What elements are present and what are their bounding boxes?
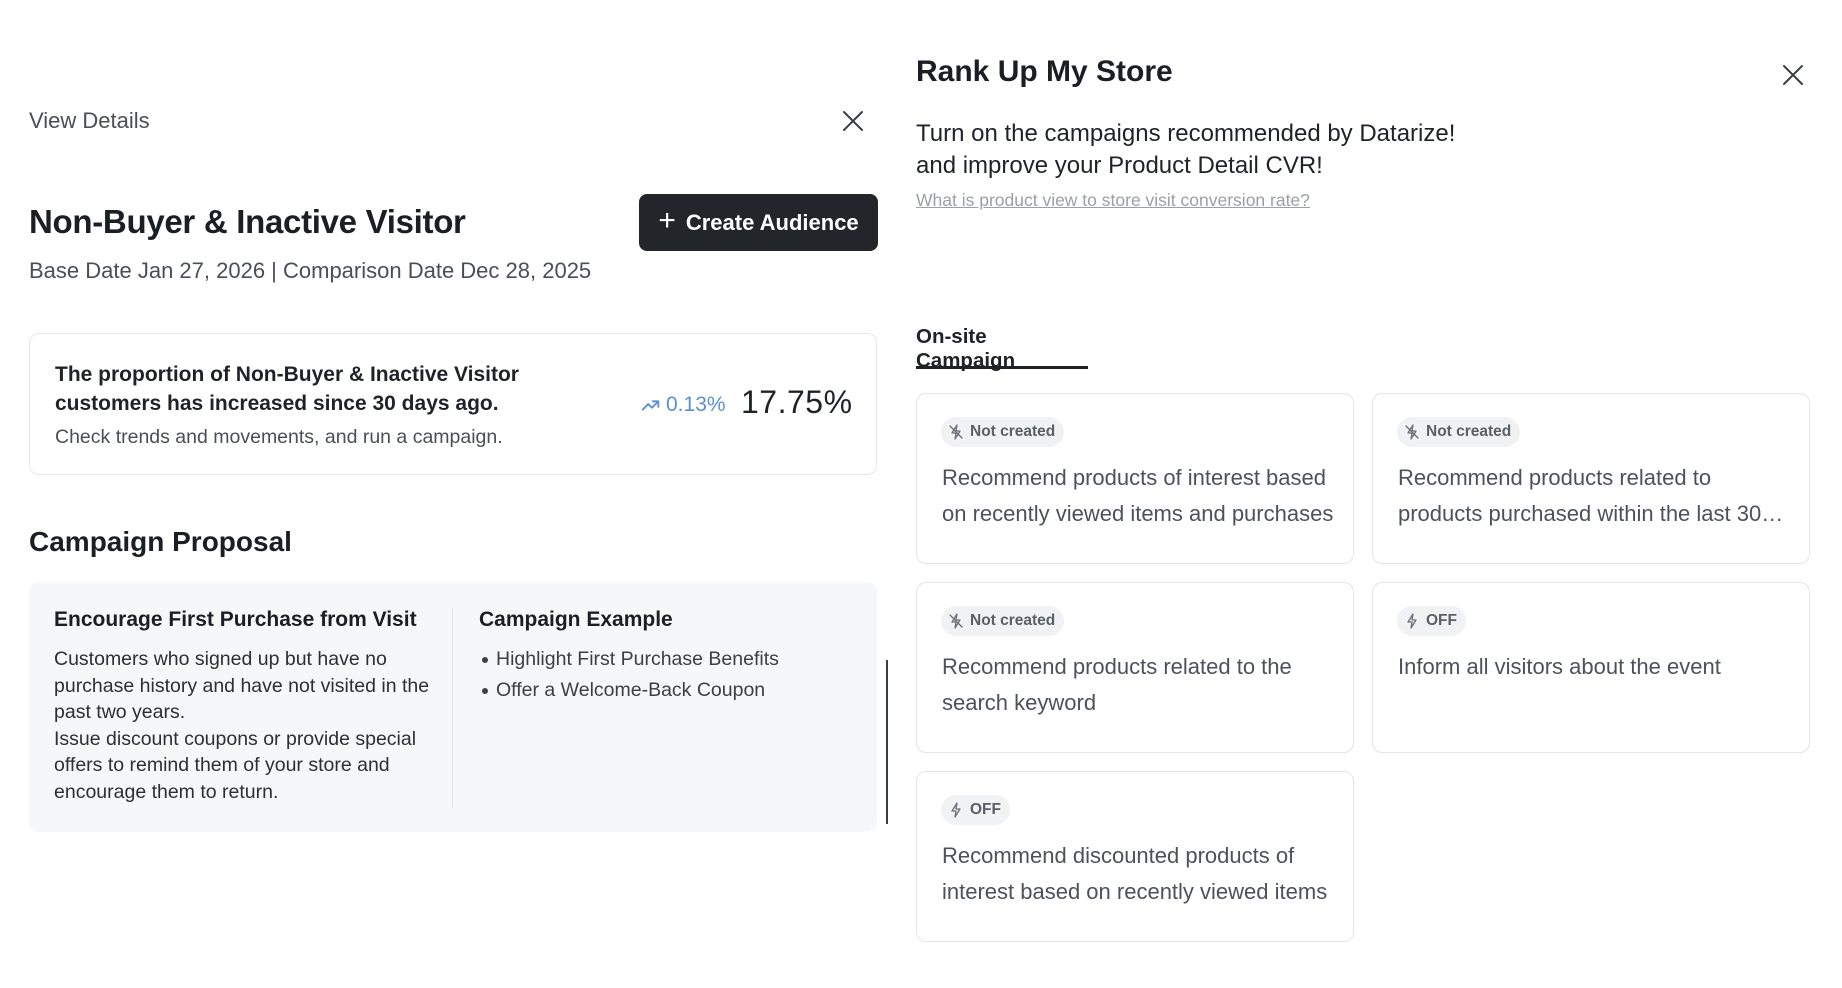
campaign-description: Recommend discounted products of interes… (942, 843, 1328, 904)
status-text: Not created (1426, 423, 1512, 440)
campaign-example-heading: Campaign Example (479, 608, 673, 631)
segment-title: Non-Buyer & Inactive Visitor (29, 203, 466, 240)
scrollbar[interactable] (886, 660, 888, 824)
proposal-heading: Encourage First Purchase from Visit (54, 608, 417, 631)
campaign-proposal-card: Encourage First Purchase from Visit Cust… (29, 582, 877, 832)
close-icon[interactable] (838, 106, 868, 136)
create-audience-label: Create Audience (685, 209, 859, 235)
campaign-card[interactable]: Not created Recommend products related t… (1372, 393, 1810, 564)
close-icon[interactable] (1778, 60, 1808, 90)
status-text: Not created (970, 612, 1056, 629)
lightning-icon (1407, 613, 1417, 629)
status-badge: OFF (1397, 606, 1466, 636)
proposal-summary: Encourage First Purchase from Visit Cust… (54, 608, 444, 805)
status-badge: Not created (941, 417, 1065, 447)
status-badge: Not created (941, 606, 1065, 636)
campaign-proposal-title: Campaign Proposal (29, 526, 292, 557)
description-line: Turn on the campaigns recommended by Dat… (916, 120, 1456, 147)
stat-headline: The proportion of Non-Buyer & Inactive V… (55, 363, 519, 415)
status-badge: Not created (1397, 417, 1521, 447)
campaign-card[interactable]: Not created Recommend products of intere… (916, 393, 1354, 564)
campaign-card[interactable]: OFF Inform all visitors about the event (1372, 582, 1810, 753)
status-badge: OFF (941, 795, 1010, 825)
proposal-description: Customers who signed up but have no purc… (54, 648, 430, 803)
view-details-panel: View Details Non-Buyer & Inactive Visito… (0, 0, 890, 988)
stat-value: 17.75% (741, 384, 853, 420)
status-text: OFF (1426, 612, 1457, 629)
not-created-icon (949, 424, 963, 440)
campaign-description: Inform all visitors about the event (1398, 654, 1721, 679)
campaign-example: Campaign Example Highlight First Purchas… (479, 608, 859, 706)
campaign-example-list: Highlight First Purchase Benefits Offer … (479, 644, 859, 706)
list-item: Highlight First Purchase Benefits (479, 644, 859, 675)
trending-up-icon (641, 400, 660, 411)
panel-description: Turn on the campaigns recommended by Dat… (916, 118, 1616, 182)
plus-icon: + (658, 204, 676, 237)
campaign-description: Recommend products of interest based on … (942, 465, 1334, 526)
panel-title: Rank Up My Store (916, 55, 1173, 88)
campaign-description: Recommend products related to the search… (942, 654, 1292, 715)
tab-on-site-campaign[interactable]: On-site Campaign (916, 325, 1088, 372)
campaign-card[interactable]: OFF Recommend discounted products of int… (916, 771, 1354, 942)
stat-card: The proportion of Non-Buyer & Inactive V… (29, 333, 877, 475)
stat-change: 0.13% (640, 393, 726, 417)
lightning-icon (951, 802, 961, 818)
stat-subtext: Check trends and movements, and run a ca… (55, 426, 503, 448)
description-line: and improve your Product Detail CVR! (916, 152, 1323, 179)
not-created-icon (949, 613, 963, 629)
panel-header-label: View Details (29, 108, 150, 133)
status-text: Not created (970, 423, 1056, 440)
divider (452, 608, 453, 808)
stat-change-value: 0.13% (666, 393, 726, 416)
create-audience-button[interactable]: + Create Audience (639, 194, 878, 251)
conversion-rate-help-link[interactable]: What is product view to store visit conv… (916, 190, 1310, 211)
campaign-card[interactable]: Not created Recommend products related t… (916, 582, 1354, 753)
campaign-description: Recommend products related to products p… (1398, 465, 1762, 526)
list-item: Offer a Welcome-Back Coupon (479, 675, 859, 706)
page: View Details Non-Buyer & Inactive Visito… (0, 0, 1842, 988)
date-range: Base Date Jan 27, 2026 | Comparison Date… (29, 258, 592, 283)
status-text: OFF (970, 801, 1001, 818)
not-created-icon (1405, 424, 1419, 440)
